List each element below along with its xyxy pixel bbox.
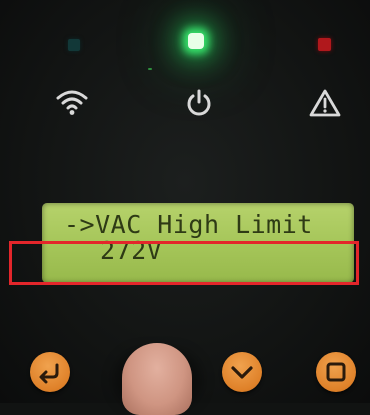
wifi-icon [55,88,89,116]
lcd-menu-line: ->VAC High Limit [64,210,313,239]
status-glint [148,68,152,70]
finger-pressing-up-button[interactable] [122,343,192,415]
power-led [188,33,204,49]
power-icon [184,88,214,118]
down-button[interactable] [222,352,262,392]
enter-button[interactable] [316,352,356,392]
chevron-down-icon [231,366,253,379]
fault-led [318,38,331,51]
back-button[interactable] [30,352,70,392]
wifi-led [68,39,80,51]
return-arrow-icon [39,363,59,384]
highlight-box [9,241,359,285]
inverter-control-panel: ->VAC High Limit 272V [0,0,370,415]
square-icon [326,362,346,382]
warning-icon [309,88,341,118]
